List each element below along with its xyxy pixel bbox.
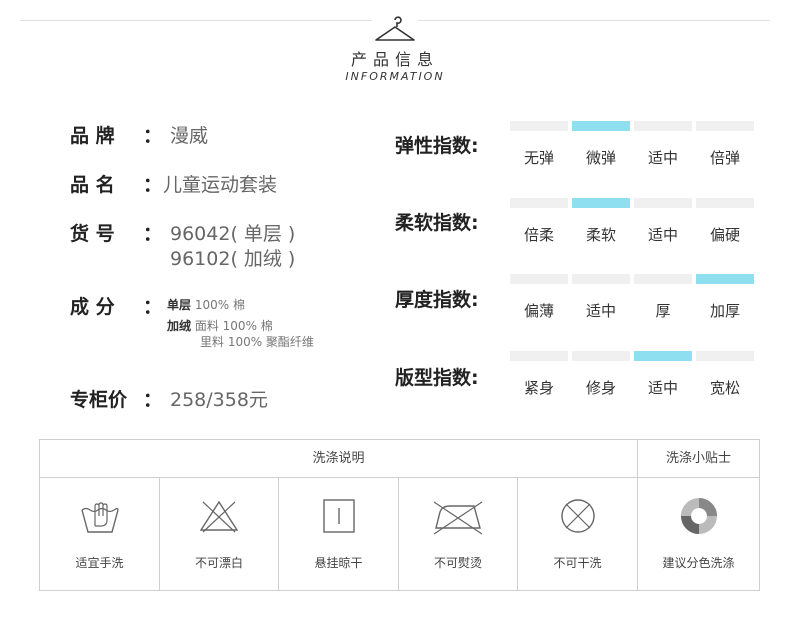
header-line-right	[418, 20, 770, 21]
thickness-option-2: 厚	[655, 302, 671, 320]
fit-index-label: 版型指数:	[395, 367, 479, 389]
care-item-color-separate: 建议分色洗涤	[638, 478, 759, 590]
sku-value-1: 96042( 单层 )	[170, 223, 296, 245]
elasticity-option-1: 微弹	[585, 149, 616, 167]
price-label: 专柜价	[70, 389, 128, 411]
composition-line-2: 加绒 面料 100% 棉	[167, 318, 273, 334]
thickness-bar-3	[696, 274, 754, 284]
care-label-hang-dry: 悬挂晾干	[314, 556, 363, 570]
composition-line-3: 里料 100% 聚酯纤维	[200, 335, 314, 349]
care-label-no-bleach: 不可漂白	[194, 556, 243, 570]
thickness-index-label: 厚度指数:	[395, 289, 479, 311]
hand-wash-icon	[80, 502, 119, 533]
name-label: 品 名	[70, 174, 115, 196]
composition-tag-2: 加绒	[167, 319, 192, 333]
fit-bar-1	[572, 351, 630, 361]
care-item-no-bleach: 不可漂白	[160, 478, 278, 590]
thickness-bar-2	[634, 274, 692, 284]
softness-bar-1	[572, 198, 630, 208]
section-title: 产品信息	[350, 50, 439, 69]
elasticity-option-0: 无弹	[523, 149, 554, 167]
sku-colon: ：	[143, 223, 163, 245]
brand-label: 品 牌	[70, 125, 115, 147]
fit-bar-2	[634, 351, 692, 361]
care-item-no-iron: 不可熨烫	[399, 478, 517, 590]
name-colon: ：	[143, 174, 163, 196]
fit-bar-3	[696, 351, 754, 361]
brand-colon: ：	[143, 125, 163, 147]
softness-bar-0	[510, 198, 568, 208]
composition-label: 成 分	[70, 296, 115, 318]
name-value: 儿童运动套装	[163, 174, 278, 196]
care-table: 洗涤说明 洗涤小贴士 适宜手洗 不可漂白 悬挂晾干 不可熨烫 不可干洗 建议分色…	[39, 439, 760, 591]
care-item-no-dry-clean: 不可干洗	[518, 478, 637, 590]
thickness-option-0: 偏薄	[523, 302, 554, 320]
composition-line-1: 单层 100% 棉	[167, 297, 245, 313]
elasticity-bar-0	[510, 121, 568, 131]
thickness-bar-0	[510, 274, 568, 284]
care-header-tip: 洗涤小贴士	[665, 451, 731, 466]
thickness-option-3: 加厚	[709, 302, 740, 320]
fit-bar-0	[510, 351, 568, 361]
price-colon: ：	[143, 389, 163, 411]
care-item-hand-wash: 适宜手洗	[40, 478, 159, 590]
care-label-no-iron: 不可熨烫	[433, 556, 482, 570]
hanger-icon	[375, 16, 415, 41]
elasticity-bar-2	[634, 121, 692, 131]
softness-bar-2	[634, 198, 692, 208]
softness-option-0: 倍柔	[523, 226, 554, 244]
softness-option-3: 偏硬	[709, 226, 740, 244]
brand-value: 漫威	[170, 125, 209, 147]
no-dry-clean-icon	[560, 499, 595, 533]
header-line-left	[20, 20, 372, 21]
care-divider-head	[637, 440, 638, 477]
softness-option-2: 适中	[647, 226, 678, 244]
elasticity-option-3: 倍弹	[709, 149, 740, 167]
no-iron-icon	[433, 501, 483, 535]
elasticity-index-label: 弹性指数:	[395, 135, 479, 157]
sku-value-2: 96102( 加绒 )	[170, 248, 296, 270]
hang-dry-icon	[322, 499, 355, 533]
elasticity-option-2: 适中	[647, 149, 678, 167]
no-bleach-icon	[199, 500, 239, 533]
composition-text-1: 100% 棉	[194, 298, 245, 312]
composition-tag-1: 单层	[167, 298, 192, 312]
care-label-no-dry-clean: 不可干洗	[553, 556, 602, 570]
sku-label: 货 号	[70, 223, 115, 245]
elasticity-bar-3	[696, 121, 754, 131]
color-separate-icon	[680, 498, 717, 534]
fit-option-0: 紧身	[523, 379, 554, 397]
price-value: 258/358元	[170, 389, 268, 411]
care-item-hang-dry: 悬挂晾干	[279, 478, 398, 590]
softness-bar-3	[696, 198, 754, 208]
fit-option-2: 适中	[647, 379, 678, 397]
thickness-bar-1	[572, 274, 630, 284]
section-subtitle: INFORMATION	[345, 70, 445, 83]
care-header-main: 洗涤说明	[312, 451, 365, 466]
thickness-option-1: 适中	[585, 302, 616, 320]
care-label-color-separate: 建议分色洗涤	[662, 556, 735, 570]
softness-option-1: 柔软	[585, 226, 616, 244]
softness-index-label: 柔软指数:	[395, 212, 479, 234]
care-label-hand-wash: 适宜手洗	[75, 556, 124, 570]
elasticity-bar-1	[572, 121, 630, 131]
fit-option-1: 修身	[585, 379, 616, 397]
composition-colon: ：	[143, 296, 163, 318]
fit-option-3: 宽松	[709, 379, 740, 397]
composition-text-2: 面料 100% 棉	[194, 319, 273, 333]
